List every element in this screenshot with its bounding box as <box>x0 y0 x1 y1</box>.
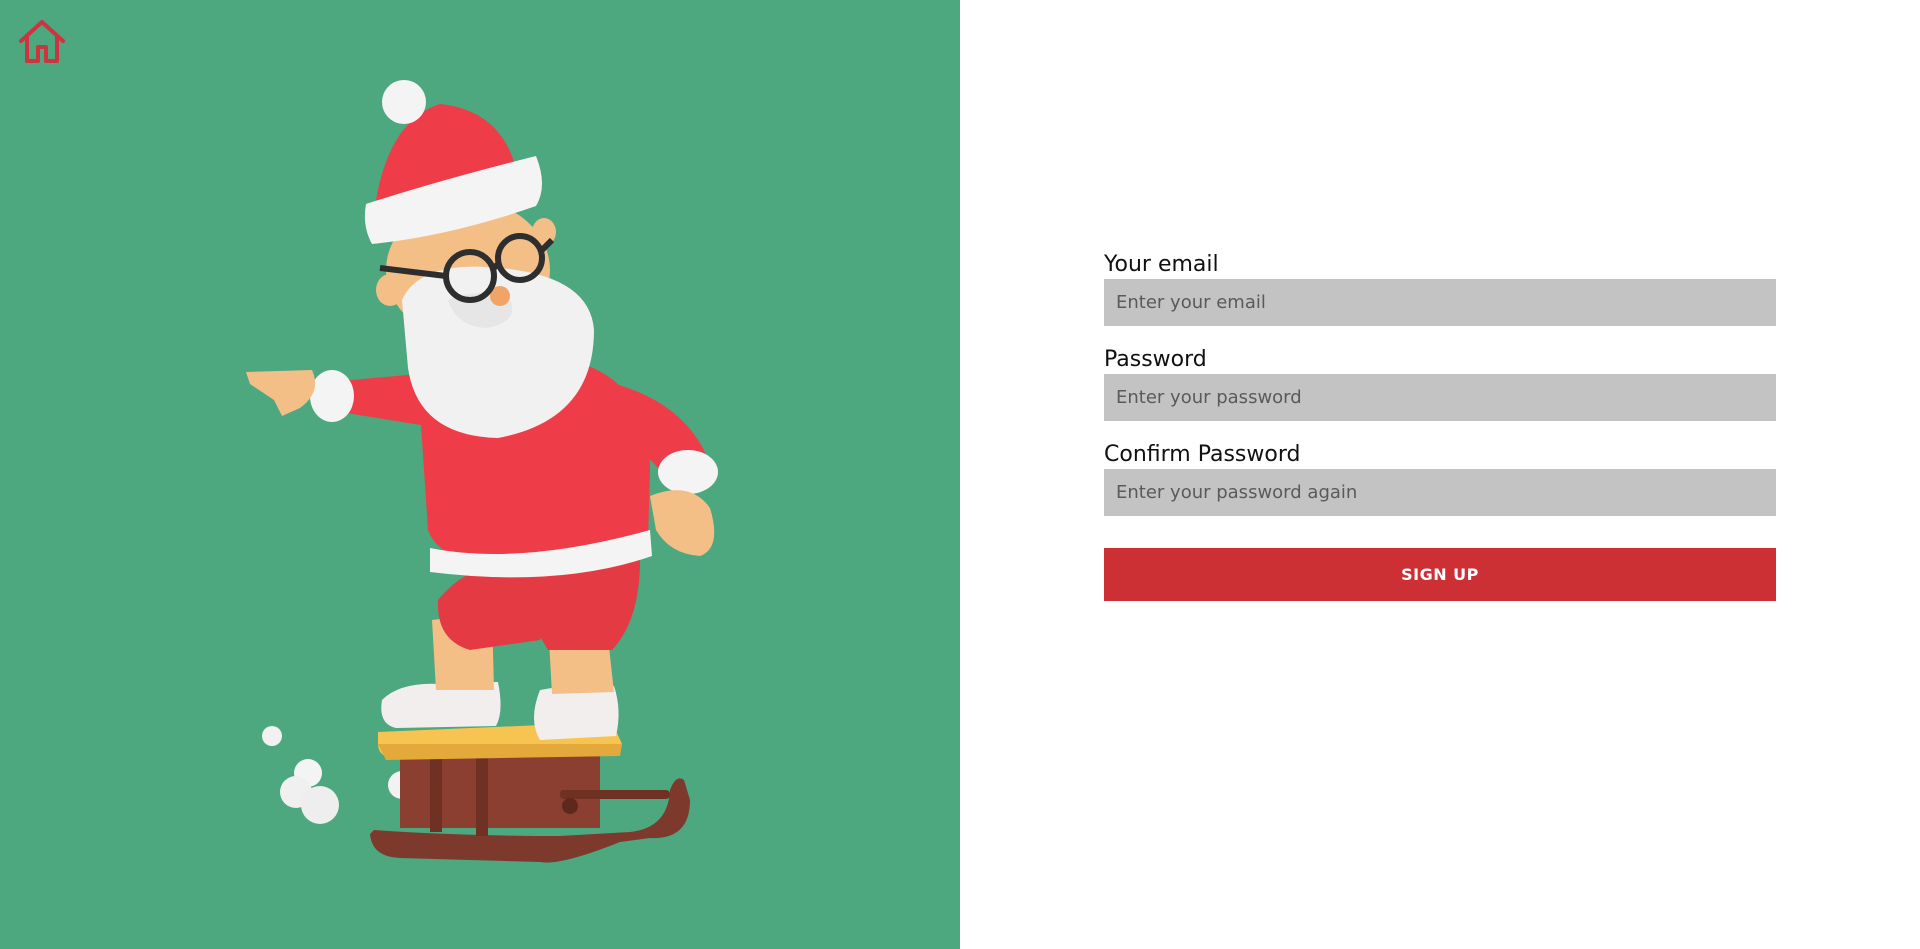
email-label: Your email <box>1104 252 1219 277</box>
email-field[interactable] <box>1104 279 1776 326</box>
form-panel: Your email Password Confirm Password SIG… <box>960 0 1920 949</box>
signup-page: Your email Password Confirm Password SIG… <box>0 0 1920 949</box>
password-field[interactable] <box>1104 374 1776 421</box>
hero-panel <box>0 0 960 949</box>
sled <box>370 722 690 863</box>
confirm-password-label: Confirm Password <box>1104 442 1301 467</box>
santa-on-sled-illustration <box>246 80 718 863</box>
confirm-password-field[interactable] <box>1104 469 1776 516</box>
signup-form: Your email Password Confirm Password SIG… <box>1104 251 1776 601</box>
sign-up-button[interactable]: SIGN UP <box>1104 548 1776 601</box>
password-label: Password <box>1104 347 1207 372</box>
